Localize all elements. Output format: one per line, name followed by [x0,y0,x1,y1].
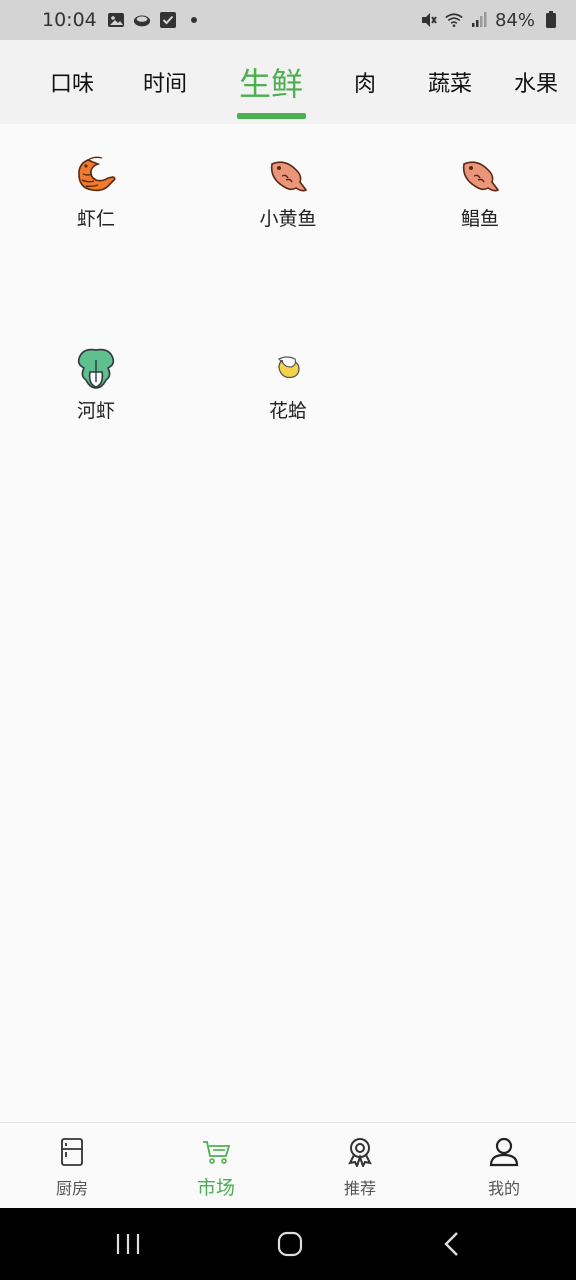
wifi-icon [445,11,463,29]
status-bar: 10:04 84% [0,0,576,40]
bottom-navigation: 厨房 市场 推荐 我的 [0,1122,576,1209]
gallery-icon [107,11,125,29]
tab-fresh[interactable]: 生鲜 [230,40,312,124]
dot-icon [185,11,203,29]
tab-label: 肉 [353,72,376,97]
small-shrimp-icon [266,346,310,390]
tab-label: 蔬菜 [427,72,472,97]
home-icon[interactable] [270,1228,310,1260]
item-label: 花蛤 [268,400,307,422]
cloud-icon [133,11,151,29]
nav-kitchen[interactable]: 厨房 [0,1123,144,1209]
category-tabs: 口味 时间 生鲜 肉 蔬菜 水果 [0,40,576,124]
tab-time[interactable]: 时间 [133,40,197,124]
tab-label: 生鲜 [238,65,303,103]
nav-recommend[interactable]: 推荐 [288,1123,432,1209]
item-river-shrimp[interactable]: 河虾 [0,316,192,436]
check-icon [159,11,177,29]
item-label: 鲳鱼 [460,208,499,230]
item-yellow-croaker[interactable]: 小黄鱼 [192,124,384,244]
status-notification-icons [107,11,203,29]
status-system-icons: 84% [420,10,560,31]
item-label: 小黄鱼 [259,208,317,230]
tab-fruit[interactable]: 水果 [514,40,576,124]
active-tab-indicator [237,113,306,119]
tab-label: 口味 [49,72,94,97]
battery-percent: 84% [494,9,535,31]
system-navigation-bar [0,1208,576,1280]
shrimp-icon [74,154,118,198]
mute-icon [420,11,438,29]
item-clam[interactable]: 花蛤 [192,316,384,436]
nav-label: 市场 [196,1177,235,1199]
status-time: 10:04 [42,9,97,31]
tab-label: 时间 [142,72,187,97]
battery-icon [542,11,560,29]
nav-label: 推荐 [343,1179,376,1198]
signal-icon [470,11,488,29]
nav-profile[interactable]: 我的 [432,1123,576,1209]
bok-choy-icon [74,346,118,390]
item-label: 虾仁 [76,208,115,230]
fish-icon [458,154,502,198]
back-icon[interactable] [432,1228,472,1260]
item-pomfret[interactable]: 鲳鱼 [384,124,576,244]
tab-label: 水果 [514,72,559,97]
tab-flavor[interactable]: 口味 [40,40,104,124]
user-icon [489,1137,519,1167]
item-shrimp-meat[interactable]: 虾仁 [0,124,192,244]
fridge-icon [57,1137,87,1167]
tab-meat[interactable]: 肉 [345,40,385,124]
cart-icon [201,1137,231,1167]
recents-icon[interactable] [108,1228,148,1260]
nav-label: 我的 [487,1179,520,1198]
tab-vegetables[interactable]: 蔬菜 [418,40,482,124]
award-icon [345,1137,375,1167]
fish-icon [266,154,310,198]
nav-market[interactable]: 市场 [144,1123,288,1209]
nav-label: 厨房 [55,1179,88,1198]
item-label: 河虾 [76,400,115,422]
